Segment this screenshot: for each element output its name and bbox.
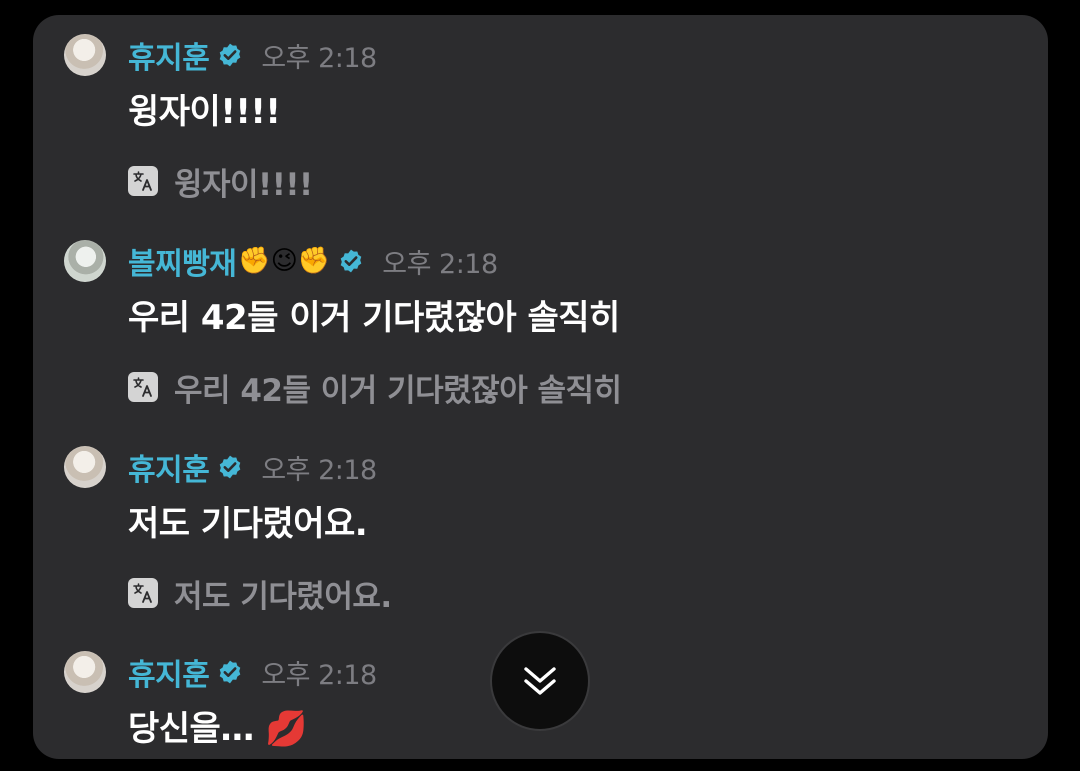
message-time: 오후 2:18 [261, 454, 377, 486]
verified-badge-icon [220, 455, 241, 479]
translation-text: 우리 42들 이거 기다렸잖아 솔직히 [174, 372, 622, 409]
message-header: 볼찌빵재 ✊😉✊ 오후 2:18 [128, 240, 498, 282]
author-name[interactable]: 볼찌빵재 [128, 239, 237, 283]
message-text: 윙자이!!!! [128, 92, 281, 132]
avatar[interactable] [64, 240, 106, 282]
message-text: 저도 기다렸어요. [128, 504, 368, 544]
avatar[interactable] [64, 34, 106, 76]
message-header: 휴지훈 오후 2:18 [128, 651, 377, 693]
message-text: 우리 42들 이거 기다렸잖아 솔직히 [128, 298, 620, 338]
author-name[interactable]: 휴지훈 [128, 650, 210, 694]
message-header: 휴지훈 오후 2:18 [128, 34, 377, 76]
message-time: 오후 2:18 [382, 248, 498, 280]
message-text: 당신을… 💋 [128, 709, 308, 749]
verified-badge-icon [220, 43, 241, 67]
translate-icon[interactable] [128, 166, 158, 196]
verified-badge-icon [220, 660, 241, 684]
message-time: 오후 2:18 [261, 42, 377, 74]
message-time: 오후 2:18 [261, 659, 377, 691]
author-name[interactable]: 휴지훈 [128, 33, 210, 77]
message-header: 휴지훈 오후 2:18 [128, 446, 377, 488]
avatar[interactable] [64, 446, 106, 488]
translation-row: 저도 기다렸어요. [128, 572, 392, 615]
translation-text: 저도 기다렸어요. [174, 578, 392, 615]
double-chevron-down-icon [524, 667, 556, 695]
translation-text: 윙자이!!!! [174, 166, 313, 203]
translate-icon[interactable] [128, 372, 158, 402]
translate-icon[interactable] [128, 578, 158, 608]
translation-row: 윙자이!!!! [128, 160, 313, 203]
scroll-to-bottom-button[interactable] [490, 631, 590, 731]
translation-row: 우리 42들 이거 기다렸잖아 솔직히 [128, 366, 622, 409]
author-emojis: ✊😉✊ [238, 246, 331, 276]
verified-badge-icon [340, 249, 362, 273]
author-name[interactable]: 휴지훈 [128, 445, 210, 489]
avatar[interactable] [64, 651, 106, 693]
